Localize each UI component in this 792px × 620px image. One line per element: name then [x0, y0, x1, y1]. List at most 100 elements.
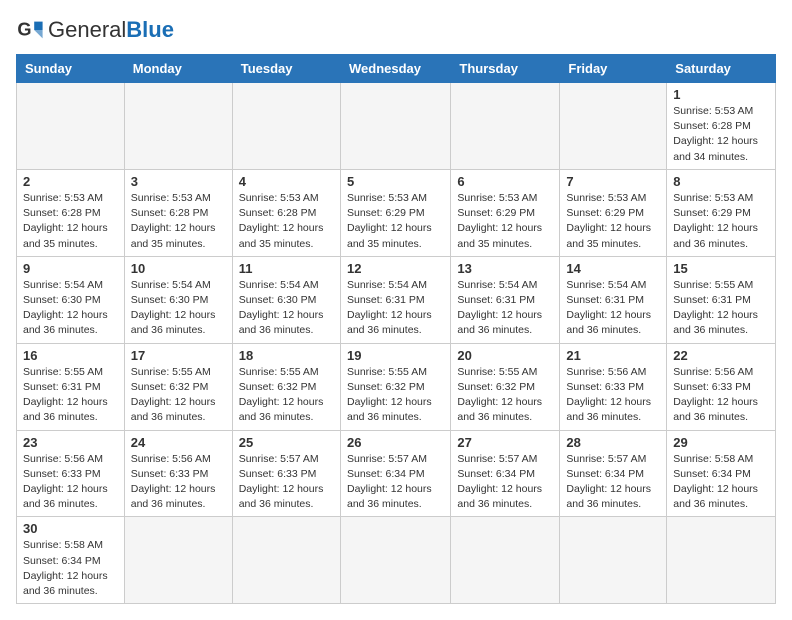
- calendar-week-5: 23 Sunrise: 5:56 AM Sunset: 6:33 PM Dayli…: [17, 430, 776, 517]
- calendar-cell: 10Sunrise: 5:54 AM Sunset: 6:30 PM Dayli…: [124, 256, 232, 343]
- day-info: Sunrise: 5:55 AM Sunset: 6:31 PM Dayligh…: [23, 365, 118, 426]
- day-number: 2: [23, 174, 118, 189]
- calendar-cell: 12 Sunrise: 5:54 AM Sunset: 6:31 PM Dayli…: [340, 256, 450, 343]
- calendar-cell: [560, 517, 667, 604]
- day-number: 11: [239, 261, 334, 276]
- col-header-sunday: Sunday: [17, 55, 125, 83]
- day-number: 3: [131, 174, 226, 189]
- day-number: 14: [566, 261, 660, 276]
- day-info: Sunrise: 5:53 AM Sunset: 6:29 PM Dayligh…: [347, 191, 444, 252]
- calendar-cell: 3 Sunrise: 5:53 AM Sunset: 6:28 PM Daylig…: [124, 169, 232, 256]
- day-info: Sunrise: 5:54 AM Sunset: 6:30 PM Dayligh…: [131, 278, 226, 339]
- col-header-friday: Friday: [560, 55, 667, 83]
- day-info: Sunrise: 5:53 AM Sunset: 6:28 PM Dayligh…: [673, 104, 769, 165]
- day-number: 30: [23, 521, 118, 536]
- day-info: Sunrise: 5:56 AM Sunset: 6:33 PM Dayligh…: [566, 365, 660, 426]
- day-number: 8: [673, 174, 769, 189]
- day-info: Sunrise: 5:53 AM Sunset: 6:29 PM Dayligh…: [673, 191, 769, 252]
- day-number: 1: [673, 87, 769, 102]
- calendar-week-2: 2 Sunrise: 5:53 AM Sunset: 6:28 PM Daylig…: [17, 169, 776, 256]
- calendar-cell: 11Sunrise: 5:54 AM Sunset: 6:30 PM Dayli…: [232, 256, 340, 343]
- day-number: 18: [239, 348, 334, 363]
- day-number: 9: [23, 261, 118, 276]
- day-info: Sunrise: 5:57 AM Sunset: 6:34 PM Dayligh…: [457, 452, 553, 513]
- day-number: 16: [23, 348, 118, 363]
- day-number: 7: [566, 174, 660, 189]
- calendar-cell: [451, 83, 560, 170]
- calendar-cell: 17 Sunrise: 5:55 AM Sunset: 6:32 PM Dayli…: [124, 343, 232, 430]
- day-number: 20: [457, 348, 553, 363]
- calendar-cell: 27 Sunrise: 5:57 AM Sunset: 6:34 PM Dayli…: [451, 430, 560, 517]
- calendar-cell: 26Sunrise: 5:57 AM Sunset: 6:34 PM Dayli…: [340, 430, 450, 517]
- day-info: Sunrise: 5:53 AM Sunset: 6:28 PM Dayligh…: [239, 191, 334, 252]
- header: G GeneralBlue: [16, 16, 776, 44]
- logo-text: GeneralBlue: [48, 19, 174, 42]
- calendar-cell: 29Sunrise: 5:58 AM Sunset: 6:34 PM Dayli…: [667, 430, 776, 517]
- day-number: 6: [457, 174, 553, 189]
- calendar-cell: 4 Sunrise: 5:53 AM Sunset: 6:28 PM Daylig…: [232, 169, 340, 256]
- day-info: Sunrise: 5:54 AM Sunset: 6:30 PM Dayligh…: [23, 278, 118, 339]
- calendar-cell: 25Sunrise: 5:57 AM Sunset: 6:33 PM Dayli…: [232, 430, 340, 517]
- day-number: 27: [457, 435, 553, 450]
- svg-text:G: G: [17, 20, 31, 40]
- col-header-monday: Monday: [124, 55, 232, 83]
- calendar-cell: 1 Sunrise: 5:53 AM Sunset: 6:28 PM Daylig…: [667, 83, 776, 170]
- day-number: 19: [347, 348, 444, 363]
- calendar-cell: 20 Sunrise: 5:55 AM Sunset: 6:32 PM Dayli…: [451, 343, 560, 430]
- calendar-cell: [124, 83, 232, 170]
- col-header-tuesday: Tuesday: [232, 55, 340, 83]
- calendar-cell: [560, 83, 667, 170]
- day-number: 13: [457, 261, 553, 276]
- day-info: Sunrise: 5:55 AM Sunset: 6:32 PM Dayligh…: [347, 365, 444, 426]
- day-info: Sunrise: 5:55 AM Sunset: 6:31 PM Dayligh…: [673, 278, 769, 339]
- day-number: 15: [673, 261, 769, 276]
- day-number: 28: [566, 435, 660, 450]
- calendar-cell: [340, 83, 450, 170]
- calendar-week-6: 30Sunrise: 5:58 AM Sunset: 6:34 PM Dayli…: [17, 517, 776, 604]
- day-info: Sunrise: 5:56 AM Sunset: 6:33 PM Dayligh…: [673, 365, 769, 426]
- calendar-cell: 2Sunrise: 5:53 AM Sunset: 6:28 PM Daylig…: [17, 169, 125, 256]
- day-number: 5: [347, 174, 444, 189]
- calendar-cell: 18 Sunrise: 5:55 AM Sunset: 6:32 PM Dayli…: [232, 343, 340, 430]
- calendar-cell: 21 Sunrise: 5:56 AM Sunset: 6:33 PM Dayli…: [560, 343, 667, 430]
- day-number: 21: [566, 348, 660, 363]
- day-info: Sunrise: 5:55 AM Sunset: 6:32 PM Dayligh…: [239, 365, 334, 426]
- calendar-cell: 22 Sunrise: 5:56 AM Sunset: 6:33 PM Dayli…: [667, 343, 776, 430]
- col-header-saturday: Saturday: [667, 55, 776, 83]
- calendar-cell: 7 Sunrise: 5:53 AM Sunset: 6:29 PM Daylig…: [560, 169, 667, 256]
- calendar-cell: [17, 83, 125, 170]
- calendar-week-4: 16 Sunrise: 5:55 AM Sunset: 6:31 PM Dayli…: [17, 343, 776, 430]
- calendar-week-1: 1 Sunrise: 5:53 AM Sunset: 6:28 PM Daylig…: [17, 83, 776, 170]
- calendar: SundayMondayTuesdayWednesdayThursdayFrid…: [16, 54, 776, 604]
- day-info: Sunrise: 5:55 AM Sunset: 6:32 PM Dayligh…: [457, 365, 553, 426]
- calendar-cell: 28Sunrise: 5:57 AM Sunset: 6:34 PM Dayli…: [560, 430, 667, 517]
- logo-icon: G: [16, 16, 44, 44]
- day-info: Sunrise: 5:55 AM Sunset: 6:32 PM Dayligh…: [131, 365, 226, 426]
- calendar-cell: [232, 83, 340, 170]
- day-number: 23: [23, 435, 118, 450]
- day-info: Sunrise: 5:54 AM Sunset: 6:31 PM Dayligh…: [347, 278, 444, 339]
- day-number: 29: [673, 435, 769, 450]
- day-number: 17: [131, 348, 226, 363]
- day-info: Sunrise: 5:53 AM Sunset: 6:29 PM Dayligh…: [457, 191, 553, 252]
- calendar-cell: [232, 517, 340, 604]
- calendar-cell: 16 Sunrise: 5:55 AM Sunset: 6:31 PM Dayli…: [17, 343, 125, 430]
- calendar-week-3: 9 Sunrise: 5:54 AM Sunset: 6:30 PM Daylig…: [17, 256, 776, 343]
- calendar-cell: 8 Sunrise: 5:53 AM Sunset: 6:29 PM Daylig…: [667, 169, 776, 256]
- col-header-thursday: Thursday: [451, 55, 560, 83]
- calendar-cell: [451, 517, 560, 604]
- calendar-cell: [124, 517, 232, 604]
- calendar-cell: 15 Sunrise: 5:55 AM Sunset: 6:31 PM Dayli…: [667, 256, 776, 343]
- day-info: Sunrise: 5:53 AM Sunset: 6:28 PM Dayligh…: [131, 191, 226, 252]
- day-number: 12: [347, 261, 444, 276]
- calendar-cell: 14Sunrise: 5:54 AM Sunset: 6:31 PM Dayli…: [560, 256, 667, 343]
- calendar-cell: 30Sunrise: 5:58 AM Sunset: 6:34 PM Dayli…: [17, 517, 125, 604]
- calendar-cell: 19 Sunrise: 5:55 AM Sunset: 6:32 PM Dayli…: [340, 343, 450, 430]
- day-number: 4: [239, 174, 334, 189]
- day-number: 24: [131, 435, 226, 450]
- day-info: Sunrise: 5:53 AM Sunset: 6:29 PM Dayligh…: [566, 191, 660, 252]
- day-number: 22: [673, 348, 769, 363]
- day-info: Sunrise: 5:56 AM Sunset: 6:33 PM Dayligh…: [131, 452, 226, 513]
- day-number: 26: [347, 435, 444, 450]
- logo: G GeneralBlue: [16, 16, 174, 44]
